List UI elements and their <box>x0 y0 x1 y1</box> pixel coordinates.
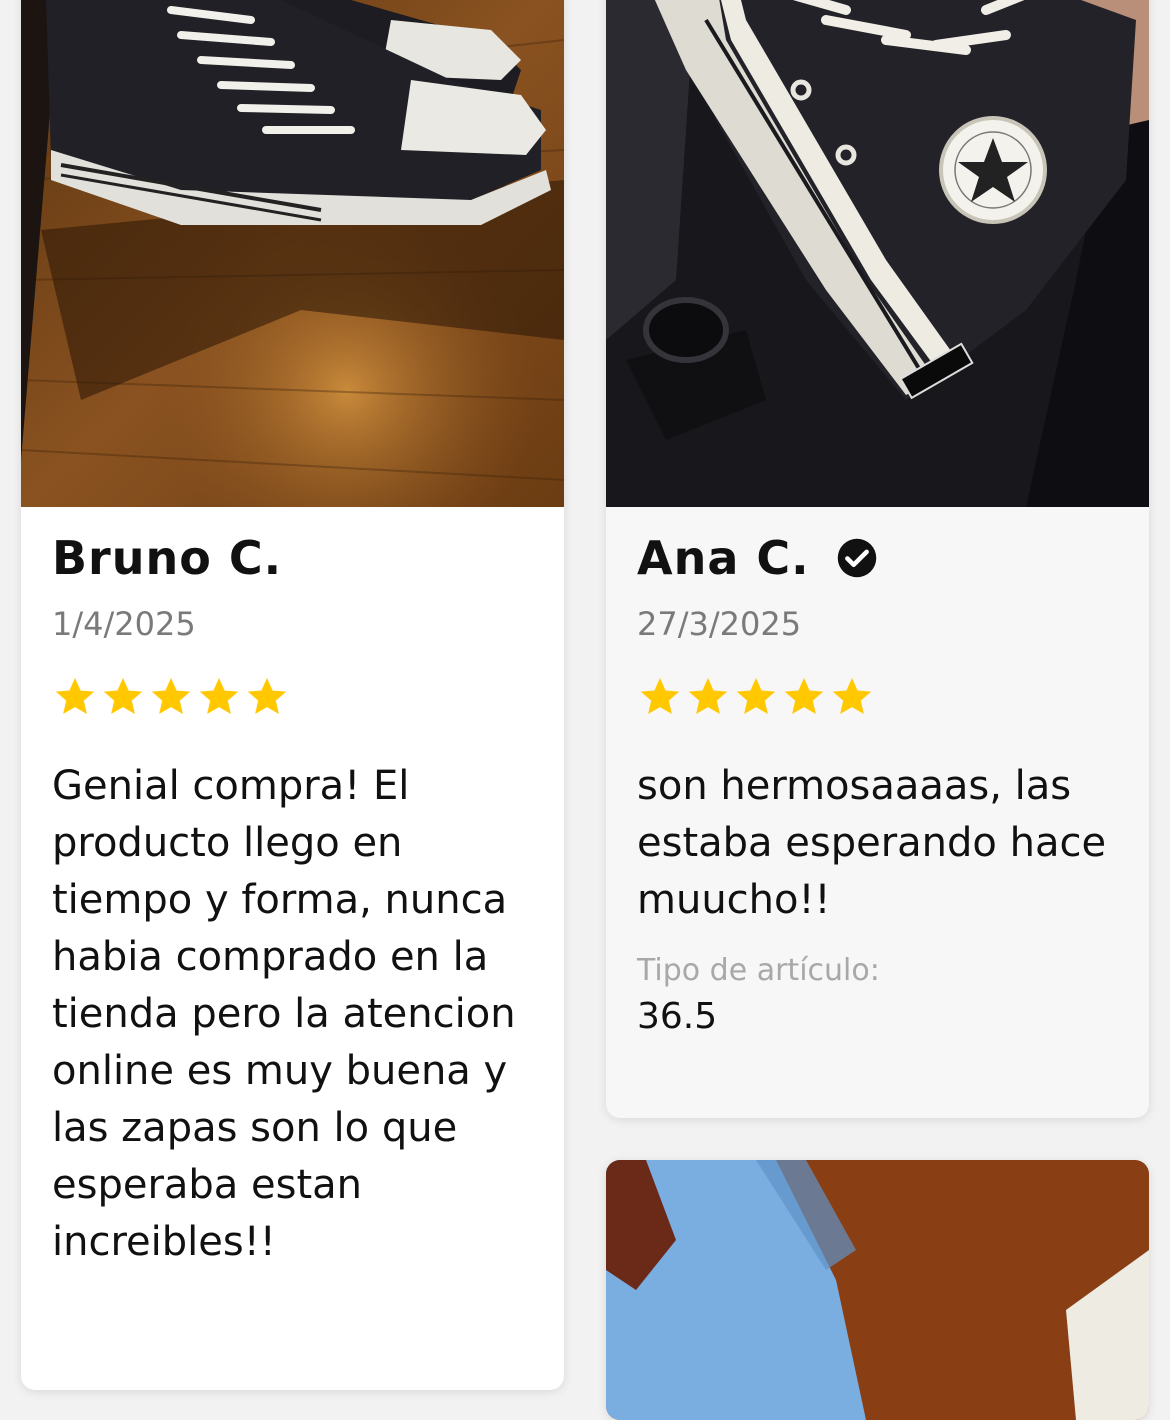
review-photo[interactable] <box>21 0 564 507</box>
sneaker-photo-image <box>606 1160 1149 1420</box>
star-icon <box>103 677 143 715</box>
star-icon <box>199 677 239 715</box>
reviewer-name: Ana C. <box>637 531 810 585</box>
star-icon <box>55 677 95 715</box>
star-icon <box>640 677 680 715</box>
review-card[interactable] <box>606 1160 1149 1420</box>
star-icon <box>736 677 776 715</box>
star-icon <box>832 677 872 715</box>
review-photo[interactable] <box>606 0 1149 507</box>
verified-check-icon <box>837 538 876 578</box>
item-type-value: 36.5 <box>637 996 718 1037</box>
star-icon <box>784 677 824 715</box>
review-card[interactable]: Bruno C. 1/4/2025 Genial compra! El prod… <box>21 0 564 1390</box>
review-card[interactable]: Ana C. 27/3/2025 son hermosaaaas, las es… <box>606 0 1149 1118</box>
star-rating <box>52 674 544 720</box>
item-type-label: Tipo de artículo: <box>637 953 880 988</box>
review-photo[interactable] <box>606 1160 1149 1420</box>
sneakers-on-wood-image <box>21 0 564 507</box>
converse-logo-patch <box>939 116 1047 224</box>
star-rating <box>637 674 1129 720</box>
reviewer-name-row: Ana C. <box>637 528 1129 588</box>
review-body: Ana C. 27/3/2025 son hermosaaaas, las es… <box>637 528 1129 1039</box>
star-icon <box>151 677 191 715</box>
review-text: Genial compra! El producto llego en tiem… <box>52 763 516 1265</box>
review-body: Bruno C. 1/4/2025 Genial compra! El prod… <box>52 528 544 1271</box>
star-icon <box>247 677 287 715</box>
high-top-sneaker-image <box>606 0 1149 507</box>
review-date: 1/4/2025 <box>52 605 196 643</box>
review-date: 27/3/2025 <box>637 605 802 643</box>
star-icon <box>688 677 728 715</box>
review-text: son hermosaaaas, las estaba esperando ha… <box>637 763 1107 923</box>
reviewer-name: Bruno C. <box>52 531 283 585</box>
reviewer-name-row: Bruno C. <box>52 528 544 588</box>
